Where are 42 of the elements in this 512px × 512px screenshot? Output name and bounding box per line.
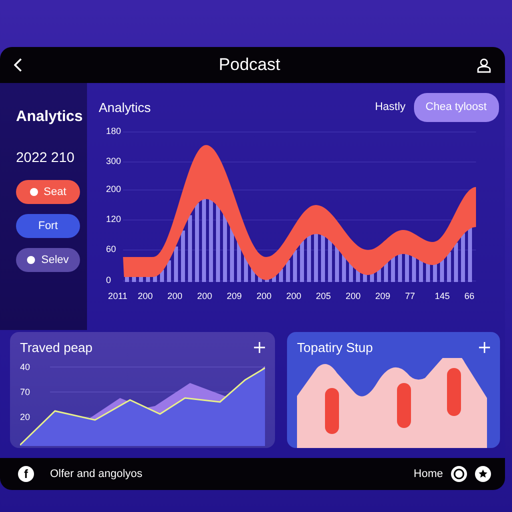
axis-label: 200 — [196, 290, 212, 300]
axis-label: 77 — [404, 290, 415, 300]
card-title: Topatiry Stup — [297, 339, 373, 357]
axis-label: 200 — [167, 290, 182, 300]
axis-label: 66 — [464, 290, 474, 300]
card-title: Traved peap — [20, 339, 93, 357]
axis-label: 200 — [137, 290, 152, 300]
axis-label: 209 — [375, 290, 390, 300]
axis-label: 70 — [20, 386, 30, 396]
axis-label: 20 — [20, 412, 30, 422]
brand-logo[interactable]: f — [18, 466, 34, 482]
axis-label: 0 — [106, 274, 111, 284]
plus-icon[interactable] — [254, 342, 265, 354]
bar-shape — [397, 382, 411, 428]
chart-title: Analytics — [98, 98, 151, 117]
axis-label: 200 — [345, 290, 360, 300]
home-link[interactable]: Home — [414, 466, 443, 482]
filter-label: Hastly — [374, 100, 406, 115]
bar-shape — [447, 368, 461, 416]
plus-icon[interactable] — [479, 342, 490, 354]
bar-shape — [325, 388, 339, 434]
footer-text: Olfer and angolyos — [50, 466, 142, 482]
axis-label: 200 — [256, 290, 272, 300]
axis-label: 300 — [106, 156, 121, 166]
back-icon[interactable] — [14, 58, 22, 72]
filter-pill[interactable]: Fort — [16, 214, 80, 238]
axis-label: 180 — [106, 126, 121, 136]
axis-label: 145 — [434, 290, 450, 300]
axis-label: 200 — [286, 290, 301, 300]
user-icon[interactable] — [477, 58, 491, 72]
axis-label: 2011 — [108, 290, 128, 300]
sidebar-title: Analytics — [16, 107, 83, 126]
axis-label: 120 — [106, 214, 121, 224]
date-label: 2022 210 — [16, 148, 76, 167]
axis-label: 40 — [20, 362, 30, 372]
screen-title: Podcast — [218, 54, 280, 76]
filter-pill[interactable]: Selev — [16, 248, 80, 272]
axis-label: 200 — [106, 184, 121, 194]
ring-icon[interactable] — [451, 466, 467, 482]
axis-label: 60 — [106, 244, 116, 254]
axis-label: 205 — [316, 290, 331, 300]
axis-label: 209 — [226, 290, 242, 300]
